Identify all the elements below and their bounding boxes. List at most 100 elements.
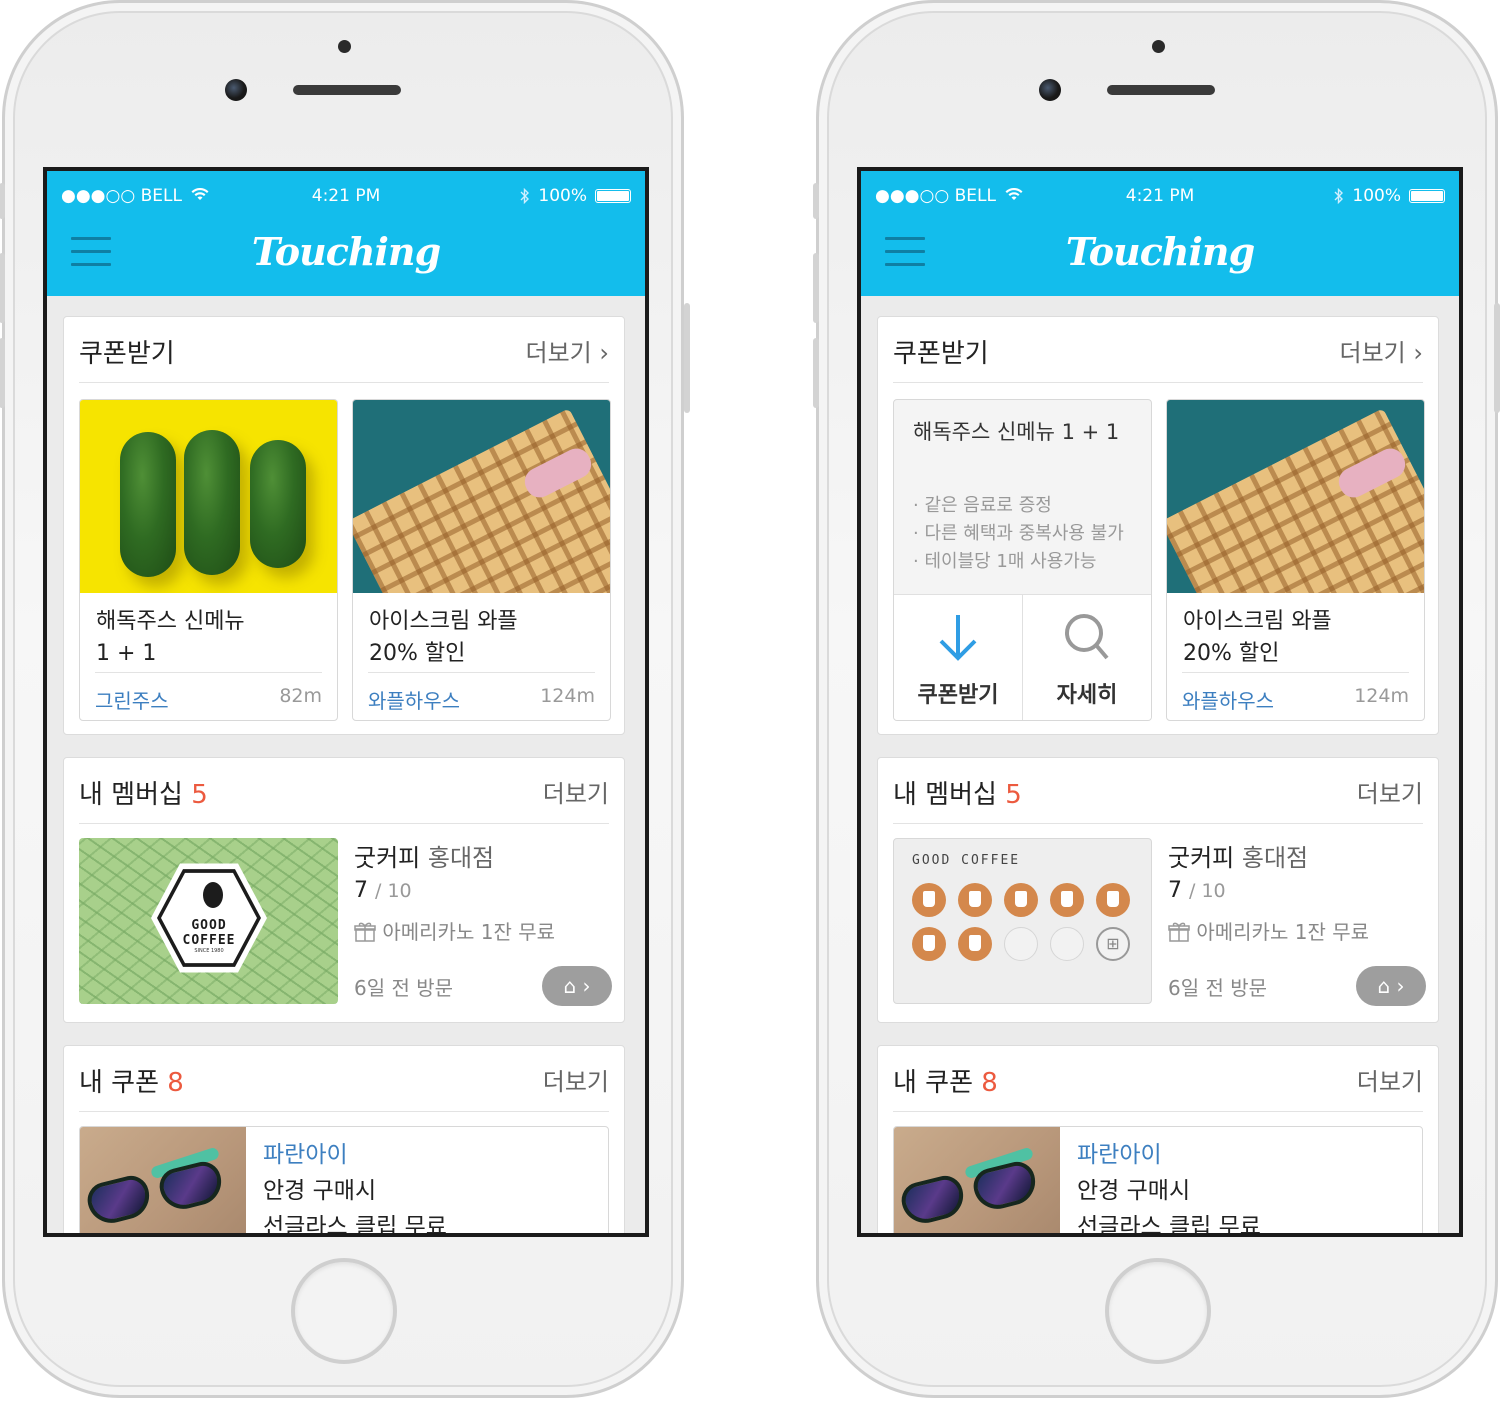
my-coupon-more-link[interactable]: 더보기 bbox=[1357, 1062, 1423, 1097]
sunglasses-image bbox=[894, 1127, 1060, 1233]
coupon-distance: 124m bbox=[540, 685, 595, 707]
store-button[interactable]: ⌂ › bbox=[542, 966, 612, 1006]
coupon-item-waffle[interactable]: 아이스크림 와플 20% 할인 와플하우스 124m bbox=[352, 399, 611, 721]
coupon-distance: 82m bbox=[279, 685, 322, 707]
membership-card-image[interactable]: GOOD COFFEE SINCE 1980 bbox=[79, 838, 338, 1004]
power-button bbox=[684, 303, 690, 413]
membership-store: 굿커피 홍대점 bbox=[1168, 844, 1309, 872]
coupon-detail-button[interactable]: 자세히 bbox=[1022, 595, 1151, 720]
arrow-down-icon bbox=[939, 615, 977, 661]
coupon-more-link[interactable]: 더보기 › bbox=[1340, 333, 1423, 368]
proximity-sensor bbox=[338, 40, 351, 53]
coupon-more-link[interactable]: 더보기 › bbox=[526, 333, 609, 368]
app-screen: ●●●○○ BELL 4:21 PM 100% Touching 쿠폰받기 더보… bbox=[47, 171, 645, 1233]
app-logo: Touching bbox=[1065, 229, 1255, 274]
coffee-badge-logo: GOOD COFFEE SINCE 1980 bbox=[151, 863, 267, 973]
my-coupon-item[interactable]: 파란아이 안경 구매시 선글라스 클립 무료 bbox=[79, 1126, 609, 1233]
battery-percent: 100% bbox=[1352, 186, 1401, 206]
sunglasses-image bbox=[80, 1127, 246, 1233]
coffee-bean-icon bbox=[203, 882, 223, 908]
battery-percent: 100% bbox=[538, 186, 587, 206]
status-bar: ●●●○○ BELL 4:21 PM 100% bbox=[47, 183, 645, 211]
store-icon: ⌂ › bbox=[563, 974, 591, 998]
my-coupon-more-link[interactable]: 더보기 bbox=[543, 1062, 609, 1097]
stamp-filled bbox=[1004, 883, 1038, 917]
membership-info: 굿커피 홍대점 7 / 10 아메리카노 1잔 무료 6일 전 방문 ⌂ › bbox=[354, 838, 612, 1008]
my-coupon-item[interactable]: 파란아이 안경 구매시 선글라스 클립 무료 bbox=[893, 1126, 1423, 1233]
coupon-store-link[interactable]: 그린주스 bbox=[95, 685, 169, 714]
search-icon bbox=[1065, 614, 1109, 660]
coupon-store-link[interactable]: 와플하우스 bbox=[368, 685, 460, 714]
coupon-conditions: 같은 음료로 증정 다른 혜택과 중복사용 불가 테이블당 1매 사용가능 bbox=[913, 492, 1123, 576]
stamp-empty bbox=[1050, 927, 1084, 961]
earpiece-speaker bbox=[293, 85, 401, 95]
front-camera bbox=[1039, 79, 1061, 101]
membership-more-link[interactable]: 더보기 bbox=[543, 774, 609, 809]
my-coupon-text: 파란아이 안경 구매시 선글라스 클립 무료 bbox=[263, 1137, 447, 1233]
store-button[interactable]: ⌂ › bbox=[1356, 966, 1426, 1006]
volume-up-button bbox=[813, 253, 819, 323]
stamp-card[interactable]: GOOD COFFEE ⊞ bbox=[893, 838, 1152, 1004]
gift-icon bbox=[354, 922, 376, 942]
coupon-title: 아이스크림 와플 20% 할인 bbox=[369, 609, 518, 666]
coupon-detail-title: 해독주스 신메뉴 1 + 1 bbox=[913, 420, 1120, 444]
app-header: ●●●○○ BELL 4:21 PM 100% Touching bbox=[47, 171, 645, 296]
status-right: 100% bbox=[1334, 186, 1445, 206]
membership-reward: 아메리카노 1잔 무료 bbox=[1168, 916, 1369, 945]
my-coupon-section-header: 내 쿠폰 8 더보기 bbox=[893, 1046, 1423, 1112]
stamp-filled bbox=[912, 883, 946, 917]
my-coupon-section: 내 쿠폰 8 더보기 파란아이 안경 구매시 선글라스 클립 무료 bbox=[877, 1045, 1439, 1233]
my-coupon-section-header: 내 쿠폰 8 더보기 bbox=[79, 1046, 609, 1112]
screen: ●●●○○ BELL 4:21 PM 100% Touching 쿠폰받기 더보… bbox=[857, 167, 1463, 1237]
my-coupon-section-title: 내 쿠폰 8 bbox=[893, 1068, 998, 1098]
membership-section-header: 내 멤버십 5 더보기 bbox=[893, 758, 1423, 824]
home-button[interactable] bbox=[291, 1258, 397, 1364]
status-bar: ●●●○○ BELL 4:21 PM 100% bbox=[861, 183, 1459, 211]
stamp-count: 7 / 10 bbox=[1168, 878, 1226, 903]
coupon-section-header: 쿠폰받기 더보기 › bbox=[893, 317, 1423, 383]
phone-left: ●●●○○ BELL 4:21 PM 100% Touching 쿠폰받기 더보… bbox=[0, 0, 690, 1398]
stamp-card-brand: GOOD COFFEE bbox=[912, 853, 1021, 868]
coupon-section-header: 쿠폰받기 더보기 › bbox=[79, 317, 609, 383]
membership-section-header: 내 멤버십 5 더보기 bbox=[79, 758, 609, 824]
front-camera bbox=[225, 79, 247, 101]
my-coupon-store-link[interactable]: 파란아이 bbox=[263, 1137, 447, 1173]
cucumber-image bbox=[80, 400, 337, 593]
app-header: ●●●○○ BELL 4:21 PM 100% Touching bbox=[861, 171, 1459, 296]
home-button[interactable] bbox=[1105, 1258, 1211, 1364]
membership-section-title: 내 멤버십 5 bbox=[893, 780, 1022, 810]
membership-info: 굿커피 홍대점 7 / 10 아메리카노 1잔 무료 6일 전 방문 ⌂ › bbox=[1168, 838, 1426, 1008]
coupon-title: 해독주스 신메뉴 1 + 1 bbox=[96, 609, 245, 666]
app-screen: ●●●○○ BELL 4:21 PM 100% Touching 쿠폰받기 더보… bbox=[861, 171, 1459, 1233]
stamp-count: 7 / 10 bbox=[354, 878, 412, 903]
coupon-detail-actions: 쿠폰받기 자세히 bbox=[894, 594, 1151, 720]
download-coupon-button[interactable]: 쿠폰받기 bbox=[894, 595, 1022, 720]
screen: ●●●○○ BELL 4:21 PM 100% Touching 쿠폰받기 더보… bbox=[43, 167, 649, 1237]
gift-icon: ⊞ bbox=[1096, 927, 1130, 961]
coupon-footer: 와플하우스 124m bbox=[1182, 672, 1409, 720]
earpiece-speaker bbox=[1107, 85, 1215, 95]
last-visit: 6일 전 방문 bbox=[1168, 976, 1268, 1000]
coupon-item-juice[interactable]: 해독주스 신메뉴 1 + 1 그린주스 82m bbox=[79, 399, 338, 721]
my-coupon-store-link[interactable]: 파란아이 bbox=[1077, 1137, 1261, 1173]
stamp-filled bbox=[1050, 883, 1084, 917]
coupon-section-title: 쿠폰받기 bbox=[79, 339, 175, 369]
coupon-item-waffle[interactable]: 아이스크림 와플 20% 할인 와플하우스 124m bbox=[1166, 399, 1425, 721]
volume-down-button bbox=[813, 338, 819, 408]
my-coupon-text: 파란아이 안경 구매시 선글라스 클립 무료 bbox=[1077, 1137, 1261, 1233]
coupon-title: 아이스크림 와플 20% 할인 bbox=[1183, 609, 1332, 666]
app-logo: Touching bbox=[251, 229, 441, 274]
mute-switch bbox=[0, 183, 5, 219]
power-button bbox=[1494, 303, 1500, 413]
battery-icon bbox=[1409, 189, 1445, 203]
bluetooth-icon bbox=[1334, 188, 1344, 204]
membership-more-link[interactable]: 더보기 bbox=[1357, 774, 1423, 809]
status-right: 100% bbox=[520, 186, 631, 206]
coupon-store-link[interactable]: 와플하우스 bbox=[1182, 685, 1274, 714]
membership-section-title: 내 멤버십 5 bbox=[79, 780, 208, 810]
membership-store: 굿커피 홍대점 bbox=[354, 844, 495, 872]
stamp-filled bbox=[912, 927, 946, 961]
stamp-filled bbox=[1096, 883, 1130, 917]
membership-section: 내 멤버십 5 더보기 GOOD COFFEE SINCE 1980 굿커피 홍… bbox=[63, 757, 625, 1023]
bluetooth-icon bbox=[520, 188, 530, 204]
